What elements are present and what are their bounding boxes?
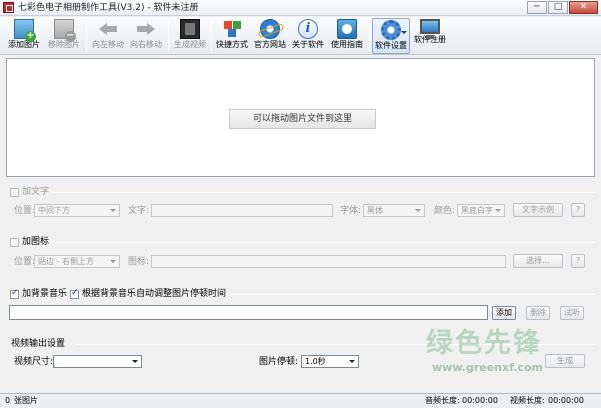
text-sample-button[interactable]: 文字示例 <box>513 203 563 217</box>
section-divider <box>226 294 595 295</box>
image-count: 0 <box>5 396 11 405</box>
text-help-button[interactable]: ? <box>571 203 585 217</box>
move-right-button[interactable]: 向右移动 <box>126 18 166 54</box>
choose-logo-button[interactable]: 选择... <box>513 254 563 268</box>
shortcut-icon <box>222 19 242 39</box>
generate-video-button[interactable]: 生成视频 <box>170 18 210 54</box>
background-music-label: 加背景音乐 <box>22 289 68 299</box>
generate-video-label: 生成视频 <box>174 40 206 49</box>
delete-music-button[interactable]: 删除 <box>526 306 550 320</box>
info-icon <box>298 19 318 39</box>
text-position-label: 位置: <box>14 206 36 216</box>
add-text-label: 加文字 <box>22 187 50 197</box>
chevron-down-icon <box>401 31 407 34</box>
image-pause-select[interactable]: 1.0秒 <box>301 355 359 368</box>
listen-music-button[interactable]: 试听 <box>560 306 584 320</box>
image-count-unit: 张图片 <box>14 396 38 405</box>
add-logo-checkbox[interactable] <box>10 238 19 247</box>
video-length-label: 视频长度: <box>510 396 545 405</box>
remove-image-icon <box>54 19 76 42</box>
toolbar-separator <box>168 21 169 51</box>
music-path-input[interactable] <box>9 305 488 320</box>
title-bar: 七彩色电子相册制作工具(V3.2) - 软件未注册 ─ □ ✕ <box>0 0 601 16</box>
add-text-checkbox[interactable] <box>10 188 19 197</box>
toolbar-separator <box>369 21 370 51</box>
help-book-icon <box>337 19 357 39</box>
logo-position-select[interactable]: 贴边 - 右侧上方 <box>34 255 120 268</box>
generate-button[interactable]: 生成 <box>545 354 585 368</box>
arrow-right-icon <box>136 19 156 39</box>
audio-length-label: 音频长度: <box>425 396 460 405</box>
film-icon <box>180 19 200 39</box>
font-label: 字体: <box>340 206 362 216</box>
image-drop-area[interactable]: 可以拖动图片文件到这里 <box>6 58 595 177</box>
auto-adjust-checkbox[interactable] <box>70 288 79 299</box>
auto-adjust-label: 根据背景音乐自动调整图片停顿时间 <box>82 289 227 299</box>
move-left-button[interactable]: 向左移动 <box>88 18 128 54</box>
video-length-value: 00:00:00 <box>548 396 584 405</box>
section-divider <box>52 192 595 193</box>
toolbar: 添加图片 移除图片 向左移动 向右移动 生成视频 快捷方式 官方网站 关于软件 … <box>0 17 601 55</box>
text-content-label: 文字: <box>128 206 150 216</box>
section-divider <box>76 344 595 345</box>
about-button[interactable]: 关于软件 <box>289 18 327 54</box>
watermark-url: www.greenxf.com <box>432 361 544 374</box>
background-music-checkbox[interactable] <box>10 288 19 299</box>
remove-image-button[interactable]: 移除图片 <box>44 18 84 54</box>
close-button[interactable]: ✕ <box>569 1 598 14</box>
logo-position-label: 位置: <box>14 257 36 267</box>
app-icon <box>3 2 14 13</box>
browser-icon <box>260 19 280 39</box>
website-label: 官方网站 <box>254 40 286 49</box>
guide-button[interactable]: 使用指南 <box>328 18 366 54</box>
settings-button[interactable]: 软件设置 <box>372 18 410 54</box>
drop-hint: 可以拖动图片文件到这里 <box>229 109 376 129</box>
window-title: 七彩色电子相册制作工具(V3.2) - 软件未注册 <box>18 3 199 13</box>
minimize-button[interactable]: ─ <box>527 1 547 14</box>
move-left-label: 向左移动 <box>92 40 124 49</box>
gear-icon <box>381 20 401 40</box>
move-right-label: 向右移动 <box>130 40 162 49</box>
about-label: 关于软件 <box>292 40 324 49</box>
add-logo-label: 加图标 <box>22 237 50 247</box>
remove-image-label: 移除图片 <box>48 40 80 49</box>
color-label: 颜色: <box>434 206 456 216</box>
register-button[interactable]: 软件注册 <box>411 18 449 54</box>
image-pause-label: 图片停顿: <box>259 357 299 367</box>
video-size-label: 视频尺寸: <box>14 357 54 367</box>
arrow-left-icon <box>98 19 118 39</box>
color-select[interactable]: 黑底白字 <box>457 204 505 217</box>
toolbar-separator <box>211 21 212 51</box>
add-image-label: 添加图片 <box>8 40 40 49</box>
add-music-button[interactable]: 添加 <box>492 306 516 320</box>
monitor-icon <box>420 19 440 39</box>
font-select[interactable]: 黑体 <box>363 204 425 217</box>
audio-length-value: 00:00:00 <box>462 396 498 405</box>
shortcut-label: 快捷方式 <box>216 40 248 49</box>
website-button[interactable]: 官方网站 <box>251 18 289 54</box>
section-divider <box>52 242 595 243</box>
logo-file-input[interactable] <box>151 255 506 268</box>
status-bar: 0 张图片 音频长度: 00:00:00 视频长度: 00:00:00 <box>0 393 601 408</box>
video-output-heading: 视频输出设置 <box>11 339 66 349</box>
shortcut-button[interactable]: 快捷方式 <box>213 18 251 54</box>
logo-help-button[interactable]: ? <box>571 254 585 268</box>
toolbar-separator <box>86 21 87 51</box>
video-size-select[interactable] <box>53 355 142 368</box>
logo-file-label: 图标: <box>128 257 150 267</box>
add-image-button[interactable]: 添加图片 <box>4 18 44 54</box>
add-image-icon <box>14 19 36 42</box>
text-position-select[interactable]: 中间下方 <box>34 204 120 217</box>
maximize-button[interactable]: □ <box>548 1 568 14</box>
text-content-input[interactable] <box>151 204 333 217</box>
guide-label: 使用指南 <box>331 40 363 49</box>
settings-label: 软件设置 <box>375 41 407 50</box>
